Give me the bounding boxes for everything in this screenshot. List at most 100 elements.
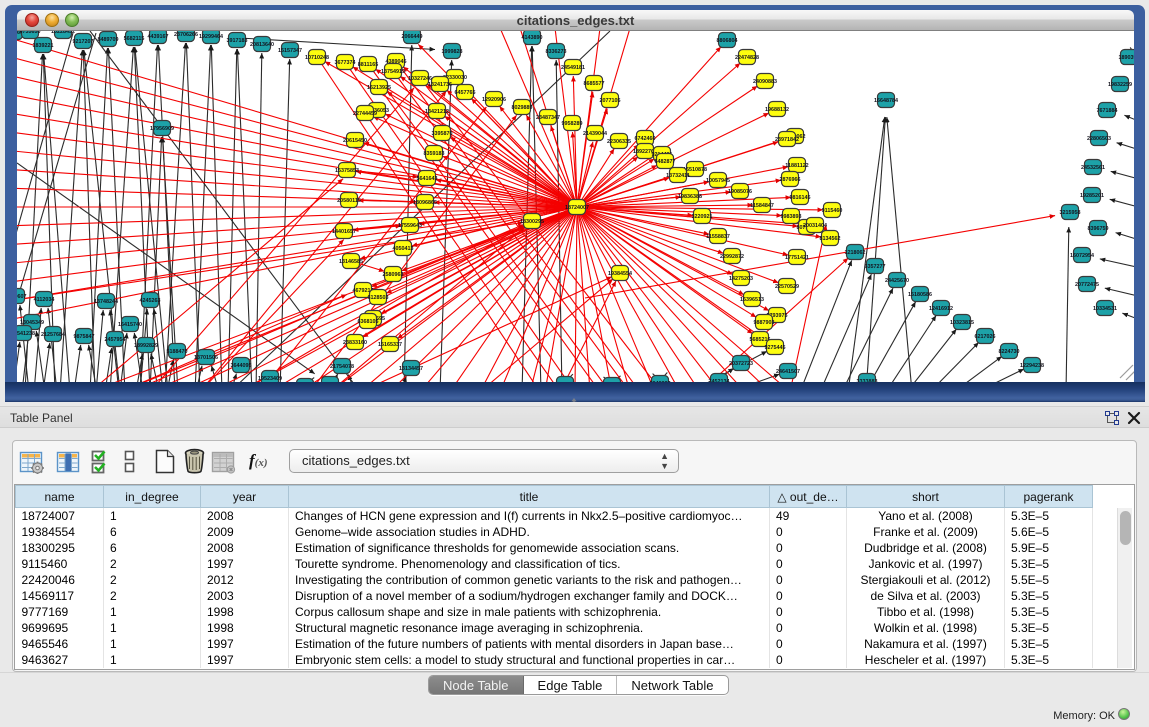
svg-text:8806804: 8806804 xyxy=(717,38,738,44)
svg-text:2066449: 2066449 xyxy=(402,34,423,40)
svg-text:7452134: 7452134 xyxy=(709,379,730,382)
svg-text:13701506: 13701506 xyxy=(194,355,218,361)
svg-text:4143890: 4143890 xyxy=(522,35,543,41)
svg-text:16396513: 16396513 xyxy=(740,297,764,303)
svg-text:13421212: 13421212 xyxy=(425,109,449,115)
svg-text:20615450: 20615450 xyxy=(343,138,367,144)
svg-text:9875847: 9875847 xyxy=(74,334,95,340)
svg-text:15375853: 15375853 xyxy=(335,168,359,174)
svg-text:17956909: 17956909 xyxy=(150,126,174,132)
svg-text:8336273: 8336273 xyxy=(546,49,567,55)
svg-text:12416912: 12416912 xyxy=(929,306,953,312)
svg-text:6128503: 6128503 xyxy=(368,295,389,301)
svg-text:3333883: 3333883 xyxy=(857,379,878,382)
svg-text:1999828: 1999828 xyxy=(442,49,463,55)
svg-text:22306335: 22306335 xyxy=(607,139,631,145)
svg-text:13134457: 13134457 xyxy=(399,366,423,372)
svg-text:6357277: 6357277 xyxy=(865,264,886,270)
svg-text:20813640: 20813640 xyxy=(250,42,274,48)
svg-text:14401657: 14401657 xyxy=(332,229,356,235)
svg-text:9958289: 9958289 xyxy=(562,121,583,127)
svg-text:23706266: 23706266 xyxy=(174,32,198,38)
svg-text:18724007: 18724007 xyxy=(565,205,589,211)
svg-text:19299464: 19299464 xyxy=(199,34,223,40)
svg-text:3677374: 3677374 xyxy=(335,60,356,66)
svg-text:6482877: 6482877 xyxy=(655,159,676,165)
svg-text:23833160: 23833160 xyxy=(343,340,367,346)
svg-text:10334531: 10334531 xyxy=(1093,306,1117,312)
svg-text:20772475: 20772475 xyxy=(1075,282,1099,288)
svg-text:15165337: 15165337 xyxy=(378,342,402,348)
svg-text:15180586: 15180586 xyxy=(908,292,932,298)
svg-text:20031404: 20031404 xyxy=(803,223,827,229)
svg-text:2876966: 2876966 xyxy=(780,177,801,183)
svg-text:15157347: 15157347 xyxy=(278,48,302,54)
svg-text:2077105: 2077105 xyxy=(600,98,621,104)
svg-text:22806503: 22806503 xyxy=(1087,136,1111,142)
svg-text:24549181: 24549181 xyxy=(561,65,585,71)
svg-text:19384554: 19384554 xyxy=(608,271,632,277)
svg-text:5188470: 5188470 xyxy=(167,349,188,355)
svg-text:10323815: 10323815 xyxy=(950,320,974,326)
svg-text:23971842: 23971842 xyxy=(775,137,799,143)
svg-text:1839221: 1839221 xyxy=(33,43,54,49)
svg-text:19832259: 19832259 xyxy=(1108,82,1132,88)
svg-text:21754078: 21754078 xyxy=(330,364,354,370)
svg-text:22744459: 22744459 xyxy=(353,111,377,117)
svg-text:3215958: 3215958 xyxy=(1060,210,1081,216)
svg-text:3395870: 3395870 xyxy=(432,131,453,137)
svg-text:21257684: 21257684 xyxy=(41,332,65,338)
svg-text:22570529: 22570529 xyxy=(775,284,799,290)
svg-text:4439167: 4439167 xyxy=(148,34,169,40)
svg-text:13748244: 13748244 xyxy=(94,299,118,305)
svg-text:3917183: 3917183 xyxy=(227,38,248,44)
svg-text:9887903: 9887903 xyxy=(754,320,775,326)
svg-text:19085076: 19085076 xyxy=(728,189,752,195)
svg-text:13754919: 13754919 xyxy=(381,69,405,75)
svg-text:9217207: 9217207 xyxy=(73,39,94,45)
svg-text:24532561: 24532561 xyxy=(1081,165,1105,171)
svg-text:17751421: 17751421 xyxy=(785,255,809,261)
svg-text:16072954: 16072954 xyxy=(1070,253,1094,259)
svg-text:9275445: 9275445 xyxy=(765,345,786,351)
svg-text:8396759: 8396759 xyxy=(1088,226,1109,232)
svg-text:13732411: 13732411 xyxy=(666,173,690,179)
svg-text:19285201: 19285201 xyxy=(1080,193,1104,199)
svg-text:18992829: 18992829 xyxy=(134,343,158,349)
svg-text:8811165: 8811165 xyxy=(358,62,378,68)
svg-text:22992872: 22992872 xyxy=(720,254,744,260)
svg-text:18300295: 18300295 xyxy=(520,219,544,225)
svg-text:16648784: 16648784 xyxy=(874,98,898,104)
svg-text:16213925: 16213925 xyxy=(367,85,391,91)
svg-text:19688132: 19688132 xyxy=(765,107,789,113)
svg-text:4245263: 4245263 xyxy=(140,298,161,304)
svg-text:6457765: 6457765 xyxy=(455,90,476,96)
svg-text:8489709: 8489709 xyxy=(98,37,119,43)
svg-text:9816145: 9816145 xyxy=(790,195,811,201)
svg-text:5641643: 5641643 xyxy=(417,176,438,182)
svg-text:12920906: 12920906 xyxy=(482,97,506,103)
svg-text:20372723: 20372723 xyxy=(729,361,753,367)
svg-text:13241736: 13241736 xyxy=(428,82,452,88)
svg-text:11881122: 11881122 xyxy=(785,163,808,169)
svg-text:11558837: 11558837 xyxy=(706,234,730,240)
svg-text:21439044: 21439044 xyxy=(583,131,607,137)
svg-text:8359183: 8359183 xyxy=(424,151,445,157)
svg-text:10057945: 10057945 xyxy=(706,178,730,184)
svg-text:19836388: 19836388 xyxy=(678,194,702,200)
svg-text:16415740: 16415740 xyxy=(118,322,142,328)
svg-text:8646997: 8646997 xyxy=(650,381,671,382)
svg-text:8029889: 8029889 xyxy=(512,105,533,111)
svg-text:24090883: 24090883 xyxy=(753,79,777,85)
svg-text:4112034: 4112034 xyxy=(34,297,55,303)
svg-text:24641507: 24641507 xyxy=(776,369,800,375)
svg-text:4050413: 4050413 xyxy=(393,246,414,252)
svg-text:12541238: 12541238 xyxy=(17,331,35,337)
svg-text:8685577: 8685577 xyxy=(584,81,605,87)
svg-text:17559643: 17559643 xyxy=(398,223,422,229)
svg-text:22474828: 22474828 xyxy=(735,55,759,61)
svg-text:23487347: 23487347 xyxy=(536,115,560,121)
svg-text:19523409: 19523409 xyxy=(258,376,282,382)
svg-text:24425670: 24425670 xyxy=(885,278,909,284)
svg-text:3644095: 3644095 xyxy=(231,363,252,369)
